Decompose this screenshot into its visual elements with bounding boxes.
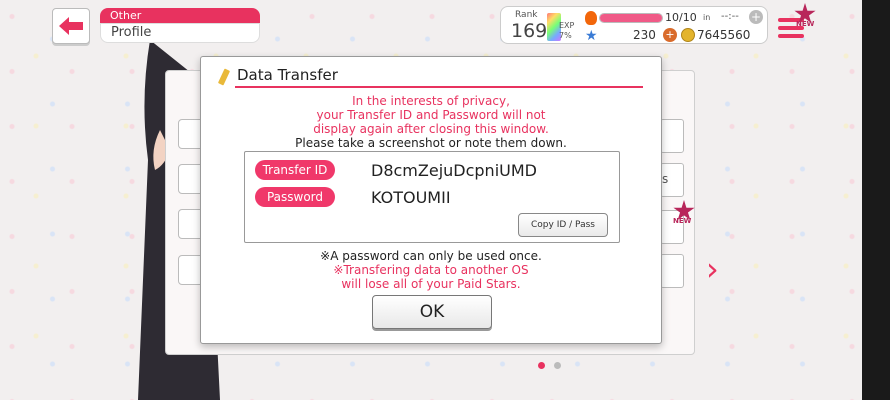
lp-timer: --:-- (721, 11, 739, 22)
new-badge-label: NEW (796, 20, 815, 28)
os-transfer-warning-line: ※Transfering data to another OS (333, 263, 529, 277)
credentials-box: Transfer ID D8cmZejuDcpniUMD Password KO… (244, 151, 620, 243)
stars-add-button[interactable]: + (663, 28, 677, 42)
flame-icon (585, 11, 597, 25)
player-status-panel: Rank 169 EXP 7% 10/10 in --:-- + ★ 230 +… (500, 6, 768, 44)
password-once-note: ※A password can only be used once. (320, 249, 542, 263)
rank-value: 169 (511, 20, 548, 42)
rank-label: Rank (515, 10, 538, 20)
page-dot (554, 362, 561, 369)
privacy-warning-line: In the interests of privacy, (352, 94, 510, 108)
title-divider (235, 86, 643, 88)
profile-option-button[interactable] (660, 119, 684, 153)
screen-edge (862, 0, 890, 400)
os-transfer-warning-line: will lose all of your Paid Stars. (341, 277, 521, 291)
coins-value: 7645560 (697, 28, 751, 42)
privacy-warning-line: display again after closing this window. (313, 122, 549, 136)
back-button[interactable] (52, 8, 90, 44)
partial-label: s (662, 172, 669, 186)
password-label: Password (255, 187, 335, 207)
pencil-icon (217, 68, 231, 86)
menu-button[interactable]: NEW (774, 3, 816, 44)
ok-button[interactable]: OK (372, 295, 492, 329)
data-transfer-dialog: Data Transfer In the interests of privac… (200, 56, 662, 344)
exp-label: EXP (559, 21, 575, 30)
lp-in-label: in (703, 13, 711, 22)
breadcrumb-category: Other (100, 8, 260, 23)
page-title: Profile (100, 23, 260, 43)
transfer-id-value: D8cmZejuDcpniUMD (371, 161, 537, 180)
star-icon: ★ (585, 28, 598, 44)
transfer-id-label: Transfer ID (255, 160, 335, 180)
lp-bar (599, 13, 663, 23)
password-value: KOTOUMII (371, 188, 451, 207)
lp-value: 10/10 (665, 11, 697, 24)
stars-value: 230 (633, 28, 656, 42)
exp-percent: 7% (559, 31, 572, 40)
back-arrow-icon (59, 17, 83, 35)
chevron-right-icon[interactable]: › (706, 250, 719, 288)
profile-option-button[interactable] (660, 254, 684, 288)
lp-bar-fill (600, 14, 662, 22)
new-badge-label: NEW (673, 217, 692, 225)
screenshot-instruction: Please take a screenshot or note them do… (295, 136, 567, 150)
menu-icon-line (778, 34, 804, 38)
privacy-warning-line: your Transfer ID and Password will not (316, 108, 546, 122)
dialog-title: Data Transfer (237, 66, 338, 84)
page-dot-active (538, 362, 545, 369)
coin-icon (681, 28, 695, 42)
lp-add-button[interactable]: + (749, 10, 763, 24)
copy-id-pass-button[interactable]: Copy ID / Pass (518, 213, 608, 237)
